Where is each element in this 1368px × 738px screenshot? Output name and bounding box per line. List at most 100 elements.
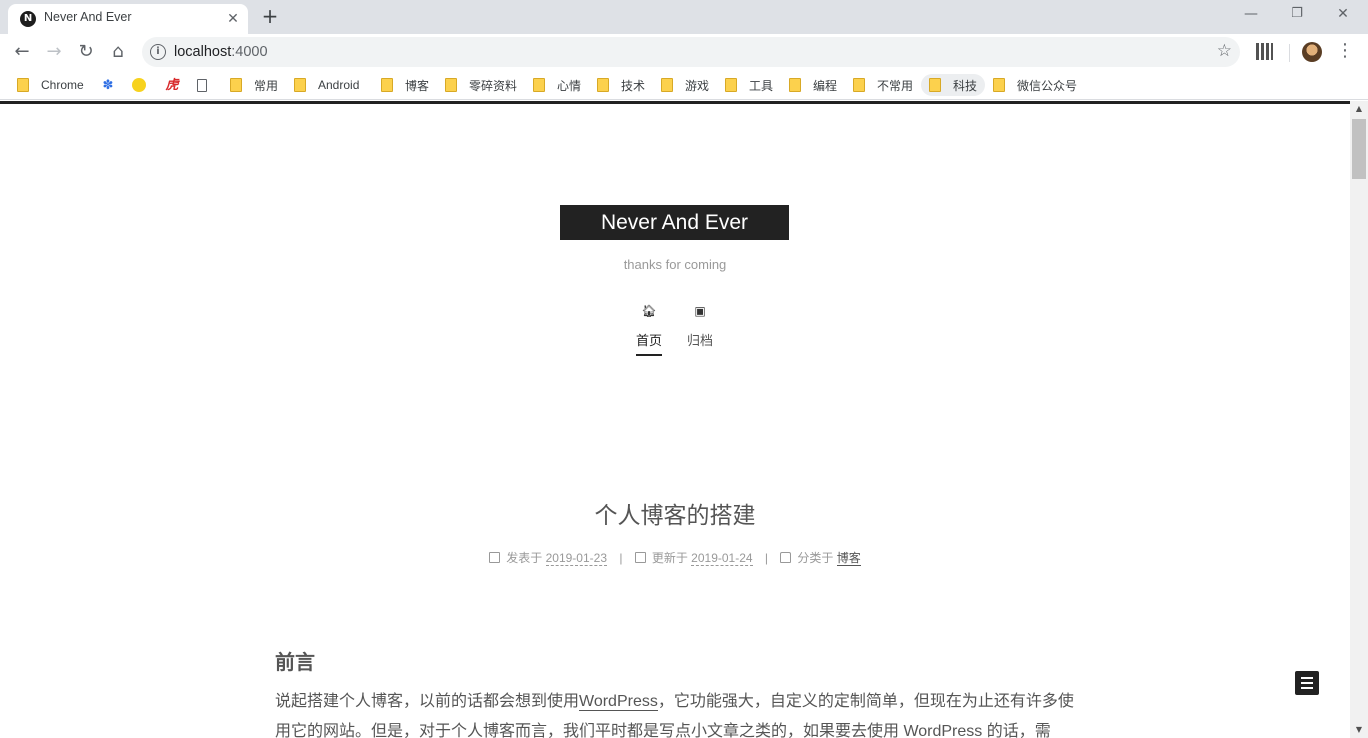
page-icon <box>197 78 207 92</box>
bookmark-label: 游戏 <box>685 78 710 93</box>
bookmark-gongju[interactable]: 工具 <box>725 74 773 96</box>
bookmark-weixin[interactable]: 微信公众号 <box>993 74 1077 96</box>
browser-toolbar: ← → ↻ ⌂ i localhost:4000 ☆ ⋮ <box>0 34 1368 70</box>
calendar-check-icon <box>634 552 646 563</box>
bookmark-label: 编程 <box>813 78 838 93</box>
bookmark-label: 微信公众号 <box>1017 78 1078 93</box>
restore-icon[interactable]: ❐ <box>1274 0 1320 30</box>
paragraph-text: 说起搭建个人博客，以前的话都会想到使用 <box>275 693 580 710</box>
scroll-down-arrow-icon[interactable]: ▼ <box>1350 722 1368 738</box>
bookmark-baidu[interactable]: ✽ <box>100 74 120 96</box>
home-icon: 🏠︎ <box>641 304 657 318</box>
post-paragraph: 说起搭建个人博客，以前的话都会想到使用WordPress，它功能强大，自定义的定… <box>275 687 1080 738</box>
url-host: localhost <box>174 44 232 60</box>
bookmark-label: Chrome <box>41 78 84 92</box>
tab-title: Never And Ever <box>44 10 132 24</box>
profile-avatar[interactable] <box>1302 42 1322 62</box>
bookmark-xinqing[interactable]: 心情 <box>533 74 581 96</box>
folder-icon <box>445 78 457 92</box>
menu-label-archive: 归档 <box>686 333 713 348</box>
bookmark-tiger[interactable]: 虎 <box>164 74 184 96</box>
folder-icon <box>17 78 29 92</box>
new-tab-button[interactable]: + <box>258 5 282 29</box>
page-viewport: Never And Ever thanks for coming 🏠︎ 首页 ▣… <box>0 101 1350 738</box>
updated-date: 2019-01-24 <box>691 551 753 566</box>
address-bar[interactable]: i localhost:4000 ☆ <box>142 37 1240 67</box>
bookmark-changyong[interactable]: 常用 <box>230 74 278 96</box>
home-button-icon[interactable]: ⌂ <box>104 38 132 66</box>
menu-item-archive[interactable]: ▣ 归档 <box>675 304 725 354</box>
bookmark-page[interactable] <box>197 74 211 96</box>
category-link[interactable]: 博客 <box>836 551 861 566</box>
toolbar-divider <box>1289 44 1290 62</box>
chick-icon <box>132 78 146 92</box>
folder-icon <box>929 78 941 92</box>
bookmark-label: 技术 <box>621 78 646 93</box>
bookmark-label: Android <box>318 78 360 92</box>
qr-code-extension-icon[interactable] <box>1256 43 1273 60</box>
bookmark-chrome[interactable]: Chrome <box>17 74 84 96</box>
meta-separator: | <box>764 551 769 565</box>
folder-icon <box>381 78 393 92</box>
site-favicon-icon: N <box>20 11 36 27</box>
tiger-icon: 虎 <box>165 77 179 92</box>
bookmark-label: 零碎资料 <box>469 78 518 93</box>
post-meta: 发表于 2019-01-23 | 更新于 2019-01-24 | 分类于 博客 <box>0 549 1350 566</box>
bookmark-label: 不常用 <box>877 78 914 93</box>
bookmark-label: 科技 <box>953 78 978 93</box>
bookmark-biancheng[interactable]: 编程 <box>789 74 837 96</box>
menu-label-home: 首页 <box>635 330 662 356</box>
page-scrollbar[interactable]: ▲ ▼ <box>1350 101 1368 738</box>
scroll-up-arrow-icon[interactable]: ▲ <box>1350 101 1368 117</box>
bookmark-label: 工具 <box>749 78 774 93</box>
folder-icon <box>993 78 1005 92</box>
bookmark-youxi[interactable]: 游戏 <box>661 74 709 96</box>
url-port: :4000 <box>231 44 268 60</box>
updated-label: 更新于 <box>651 551 688 565</box>
reload-icon[interactable]: ↻ <box>72 38 100 66</box>
bookmark-boke[interactable]: 博客 <box>381 74 429 96</box>
folder-icon <box>853 78 865 92</box>
site-info-icon[interactable]: i <box>150 44 166 60</box>
folder-icon <box>725 78 737 92</box>
wordpress-link[interactable]: WordPress <box>579 693 658 711</box>
window-close-icon[interactable]: ✕ <box>1320 0 1366 30</box>
folder-icon <box>294 78 306 92</box>
minimize-icon[interactable]: — <box>1228 0 1274 30</box>
bookmark-lingsui[interactable]: 零碎资料 <box>445 74 517 96</box>
meta-separator: | <box>619 551 623 565</box>
back-icon[interactable]: ← <box>8 38 36 66</box>
calendar-icon <box>489 552 501 563</box>
post-title[interactable]: 个人博客的搭建 <box>0 496 1350 530</box>
bookmark-android[interactable]: Android <box>294 74 359 96</box>
forward-icon[interactable]: → <box>40 38 68 66</box>
folder-icon <box>533 78 545 92</box>
menu-bar-line <box>1301 677 1313 679</box>
tab-strip: N Never And Ever ✕ + — ❐ ✕ <box>0 0 1368 34</box>
url-text[interactable]: localhost:4000 <box>174 44 268 60</box>
browser-tab[interactable]: N Never And Ever ✕ <box>8 4 248 34</box>
bookmarks-bar: Chrome ✽ 虎 常用 Android 博客 零碎资料 心情 技术 游戏 工… <box>0 70 1368 100</box>
section-heading: 前言 <box>275 652 315 674</box>
folder-icon <box>661 78 673 92</box>
chrome-menu-icon[interactable]: ⋮ <box>1336 40 1354 64</box>
sidebar-toggle-button[interactable] <box>1295 671 1319 695</box>
tab-close-icon[interactable]: ✕ <box>224 10 242 28</box>
bookmark-buchangyong[interactable]: 不常用 <box>853 74 913 96</box>
archive-icon: ▣ <box>694 304 706 318</box>
bookmark-label: 博客 <box>405 78 430 93</box>
menu-item-home[interactable]: 🏠︎ 首页 <box>624 304 674 356</box>
folder-outline-icon <box>780 552 792 563</box>
bookmark-star-icon[interactable]: ☆ <box>1217 41 1232 61</box>
menu-bar-line <box>1301 682 1313 684</box>
bookmark-chick[interactable] <box>132 74 150 96</box>
scroll-thumb[interactable] <box>1352 119 1366 179</box>
folder-icon <box>597 78 609 92</box>
category-label: 分类于 <box>797 551 834 565</box>
bookmark-jishu[interactable]: 技术 <box>597 74 645 96</box>
site-title[interactable]: Never And Ever <box>560 205 789 240</box>
menu-bar-line <box>1301 687 1313 689</box>
posted-date: 2019-01-23 <box>545 551 607 566</box>
posted-label: 发表于 <box>506 551 543 565</box>
bookmark-keji[interactable]: 科技 <box>921 74 986 96</box>
